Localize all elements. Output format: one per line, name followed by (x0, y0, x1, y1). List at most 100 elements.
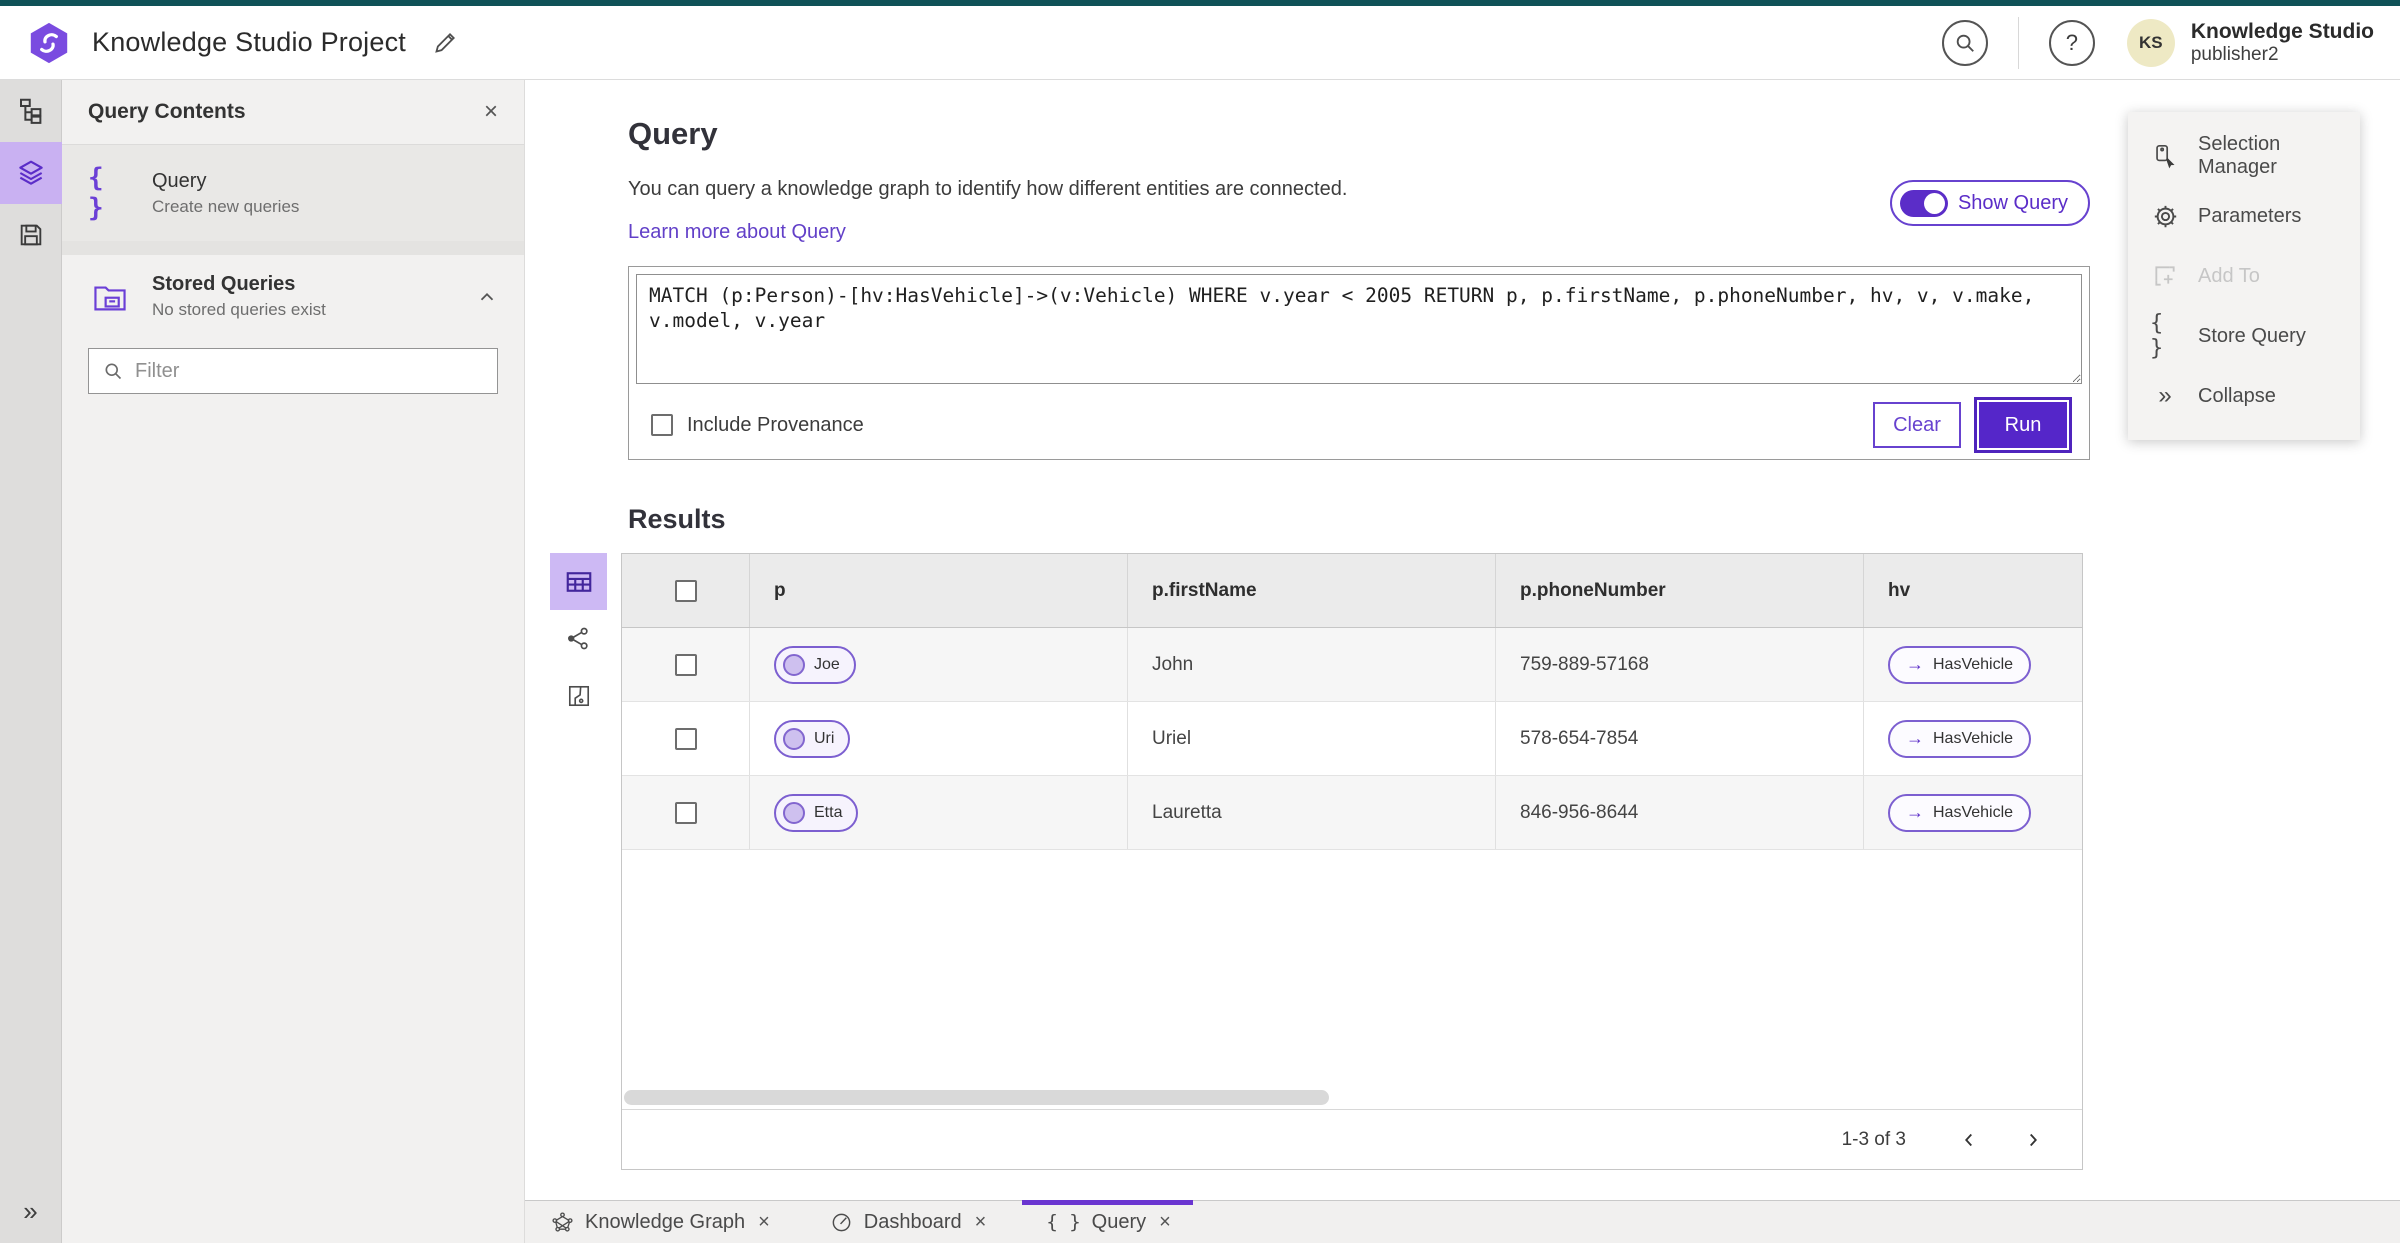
node-dot-icon (783, 801, 805, 824)
graph-view-button[interactable] (550, 610, 607, 667)
help-button[interactable]: ? (2048, 19, 2095, 66)
page-title: Query (628, 116, 718, 151)
node-chip[interactable]: Joe (774, 645, 856, 684)
braces-icon: { } (2150, 311, 2164, 361)
tab-close-button[interactable]: × (1157, 1211, 1173, 1234)
filter-box (88, 348, 498, 394)
edge-chip[interactable]: → HasVehicle (1888, 793, 2032, 832)
app-header: Knowledge Studio Project ? KS Knowledge … (0, 6, 2400, 80)
search-button[interactable] (1941, 19, 1988, 66)
store-query-button[interactable]: { } Store Query (2128, 306, 2360, 366)
node-dot-icon (783, 653, 805, 676)
bottom-tabbar: Knowledge Graph × Dashboard × { } Query … (525, 1200, 2400, 1243)
table-footer: 1-3 of 3 (622, 1109, 2082, 1169)
avatar[interactable]: KS (2126, 18, 2175, 67)
panel-item-query-description: Create new queries (152, 196, 300, 216)
column-header-phone[interactable]: p.phoneNumber (1496, 554, 1864, 627)
table-view-button[interactable] (550, 553, 607, 610)
table-header-row: p p.firstName p.phoneNumber hv (622, 554, 2082, 628)
tab-query[interactable]: { } Query × (1022, 1200, 1194, 1243)
arrow-right-icon: → (1906, 654, 1924, 674)
user-name: Knowledge Studio (2190, 19, 2374, 43)
selection-manager-button[interactable]: Selection Manager (2128, 126, 2360, 186)
node-chip[interactable]: Uri (774, 719, 851, 758)
panel-item-stored-label: Stored Queries (152, 273, 296, 295)
filter-search-icon (103, 361, 123, 381)
panel-close-button[interactable]: × (484, 98, 498, 126)
query-editor-box: MATCH (p:Person)-[hv:HasVehicle]->(v:Veh… (628, 266, 2090, 460)
tab-label: Query (1091, 1210, 1147, 1233)
next-page-button[interactable] (2014, 1121, 2052, 1159)
run-button[interactable]: Run (1977, 400, 2069, 450)
node-chip[interactable]: Etta (774, 793, 859, 832)
tab-dashboard[interactable]: Dashboard × (824, 1201, 995, 1243)
selection-manager-label: Selection Manager (2198, 133, 2281, 178)
chevron-left-icon (1958, 1129, 1980, 1151)
include-provenance-label: Include Provenance (687, 413, 864, 436)
left-rail: » (0, 80, 62, 1243)
node-label: Joe (814, 655, 840, 673)
query-textarea[interactable]: MATCH (p:Person)-[hv:HasVehicle]->(v:Veh… (636, 274, 2082, 384)
table-row[interactable]: Joe John 759-889-57168 → HasVehicle (622, 628, 2082, 702)
edit-title-button[interactable] (432, 29, 459, 56)
column-header-firstname[interactable]: p.firstName (1128, 554, 1496, 627)
row-checkbox[interactable] (674, 727, 697, 750)
row-checkbox[interactable] (674, 801, 697, 824)
collapse-button[interactable]: » Collapse (2128, 366, 2360, 426)
row-checkbox[interactable] (674, 653, 697, 676)
pagination-info: 1-3 of 3 (1841, 1128, 1906, 1150)
app-window: Knowledge Studio Project ? KS Knowledge … (0, 0, 2400, 1243)
store-query-label: Store Query (2198, 324, 2306, 347)
cell-firstname: Uriel (1128, 702, 1496, 775)
map-icon (566, 683, 592, 709)
results-table: p p.firstName p.phoneNumber hv Joe John … (621, 553, 2083, 1170)
include-provenance-checkbox[interactable] (651, 414, 673, 436)
knowledge-graph-icon (551, 1211, 574, 1234)
table-row[interactable]: Uri Uriel 578-654-7854 → HasVehicle (622, 702, 2082, 776)
filter-input[interactable] (135, 359, 483, 383)
map-view-button[interactable] (550, 667, 607, 724)
parameters-button[interactable]: Parameters (2128, 186, 2360, 246)
rail-item-layers[interactable] (0, 142, 62, 204)
panel-section-gap (62, 241, 524, 255)
column-header-hv[interactable]: hv (1864, 554, 2082, 627)
clear-button[interactable]: Clear (1873, 402, 1961, 448)
add-to-icon (2150, 263, 2180, 289)
tab-close-button[interactable]: × (973, 1211, 989, 1234)
double-chevron-right-icon: » (2158, 382, 2172, 409)
braces-icon: { } (1046, 1211, 1081, 1233)
show-query-label: Show Query (1957, 191, 2068, 214)
scrollbar-thumb[interactable] (624, 1089, 1329, 1105)
add-to-label: Add To (2198, 264, 2260, 287)
rail-item-save[interactable] (0, 204, 62, 266)
column-header-p[interactable]: p (750, 554, 1128, 627)
edge-label: HasVehicle (1933, 729, 2014, 747)
main-content: Query You can query a knowledge graph to… (525, 80, 2400, 1200)
chevron-up-icon (476, 286, 498, 308)
table-row[interactable]: Etta Lauretta 846-956-8644 → HasVehicle (622, 776, 2082, 850)
layers-icon (15, 157, 47, 189)
dashboard-gauge-icon (830, 1211, 853, 1234)
search-icon (1954, 32, 1976, 54)
help-icon: ? (2065, 29, 2078, 55)
panel-item-stored-queries[interactable]: Stored Queries No stored queries exist (62, 255, 524, 338)
learn-more-link[interactable]: Learn more about Query (628, 221, 846, 244)
node-dot-icon (783, 727, 805, 750)
table-icon (564, 567, 594, 597)
cell-phone: 578-654-7854 (1496, 702, 1864, 775)
parameters-label: Parameters (2198, 204, 2302, 227)
edge-chip[interactable]: → HasVehicle (1888, 719, 2032, 758)
tab-knowledge-graph[interactable]: Knowledge Graph × (545, 1201, 778, 1243)
edge-chip[interactable]: → HasVehicle (1888, 645, 2032, 684)
previous-page-button[interactable] (1950, 1121, 1988, 1159)
show-query-toggle[interactable]: Show Query (1889, 180, 2090, 226)
rail-item-hierarchy[interactable] (0, 80, 62, 142)
rail-expand-button[interactable]: » (0, 1196, 61, 1227)
tab-label: Knowledge Graph (585, 1210, 746, 1233)
cell-firstname: John (1128, 628, 1496, 701)
save-icon (17, 221, 45, 249)
tab-close-button[interactable]: × (756, 1211, 772, 1234)
select-all-checkbox[interactable] (674, 579, 697, 602)
collapse-section-button[interactable] (476, 286, 498, 308)
panel-item-query[interactable]: { } Query Create new queries (62, 145, 524, 241)
